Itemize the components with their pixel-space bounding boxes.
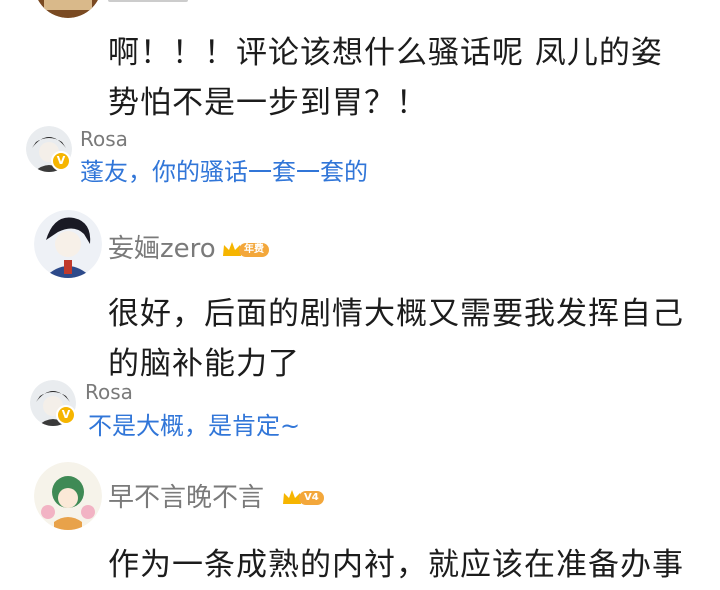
verified-badge-icon: V bbox=[56, 405, 76, 425]
username[interactable]: 妄婳zero bbox=[108, 236, 216, 262]
verified-badge-icon: V bbox=[51, 151, 71, 171]
username-text[interactable]: 妄婳zero bbox=[108, 234, 216, 264]
username[interactable]: 早不言晚不言 bbox=[108, 485, 264, 511]
username-text[interactable]: 早不言晚不言 bbox=[108, 483, 264, 513]
username-cutoff bbox=[108, 0, 188, 2]
avatar[interactable] bbox=[34, 0, 102, 18]
reply-username[interactable]: Rosa bbox=[80, 129, 128, 149]
member-badge: V4 bbox=[281, 488, 324, 508]
comment-body: 作为一条成熟的内衬，就应该在准备办事 bbox=[108, 547, 684, 583]
member-badge: 年费 bbox=[221, 240, 269, 260]
member-badge-label: 年费 bbox=[239, 243, 269, 257]
avatar[interactable] bbox=[34, 210, 102, 278]
comment-body: 很好，后面的剧情大概又需要我发挥自己的脑补能力了 bbox=[108, 296, 684, 382]
avatar[interactable] bbox=[34, 462, 102, 530]
reply-text[interactable]: 不是大概，是肯定~ bbox=[88, 414, 300, 438]
comment-body: 啊！！！评论该想什么骚话呢 凤儿的姿势怕不是一步到胃？！ bbox=[108, 35, 663, 121]
reply-username[interactable]: Rosa bbox=[85, 382, 133, 402]
reply-text[interactable]: 蓬友，你的骚话一套一套的 bbox=[80, 160, 368, 184]
member-badge-label: V4 bbox=[299, 491, 324, 505]
